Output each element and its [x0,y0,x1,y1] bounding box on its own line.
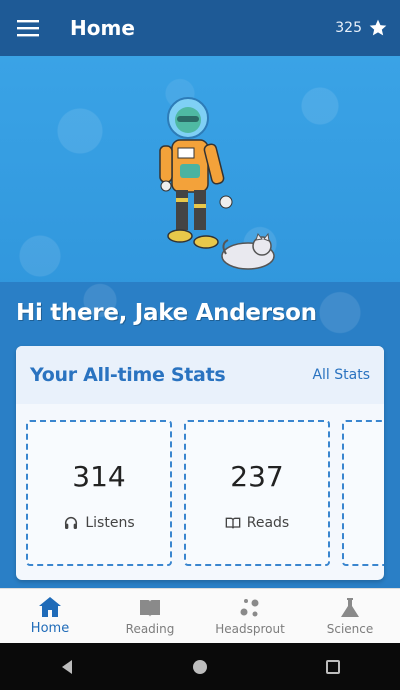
stats-title: Your All-time Stats [30,364,226,386]
stat-tiles-row: 314 Listens 237 Reads [26,420,384,566]
nav-label-reading: Reading [125,621,175,636]
points-count: 325 [335,20,362,36]
book-icon [140,599,160,617]
home-icon [39,597,61,617]
reads-label: Reads [246,515,290,531]
bottom-navigation: Home Reading Headsprout Science [0,588,400,643]
back-icon[interactable] [59,659,75,675]
nav-item-reading[interactable]: Reading [100,589,200,643]
stat-tile-reads[interactable]: 237 Reads [184,420,330,566]
nav-item-headsprout[interactable]: Headsprout [200,589,300,643]
nav-label-home: Home [30,621,70,636]
nav-item-home[interactable]: Home [0,589,100,643]
listens-label: Listens [85,515,135,531]
nav-label-science: Science [326,621,374,636]
home-circle-icon[interactable] [192,659,208,675]
star-icon [369,19,387,36]
all-stats-link[interactable]: All Stats [312,367,370,383]
system-navigation-bar [0,643,400,690]
menu-button[interactable] [0,0,56,56]
recents-icon[interactable] [325,659,341,675]
all-time-stats-card: Your All-time Stats All Stats 314 Listen… [16,346,384,580]
nav-item-science[interactable]: Science [300,589,400,643]
reads-count: 237 [230,460,284,493]
astronaut-avatar[interactable] [150,94,280,279]
nav-label-headsprout: Headsprout [215,621,285,636]
greeting-text: Hi there, Jake Anderson [16,300,317,326]
headsprout-icon [240,598,259,616]
points-badge[interactable]: 325 [335,0,388,56]
hamburger-menu-icon [17,20,39,37]
listens-count: 314 [72,460,126,493]
flask-icon [341,597,359,617]
app-bar: Home 325 [0,0,400,56]
stat-tile-partial[interactable] [342,420,384,566]
stats-card-header: Your All-time Stats All Stats [16,346,384,404]
page-title: Home [70,16,135,40]
stat-tile-listens[interactable]: 314 Listens [26,420,172,566]
open-book-icon [225,517,241,529]
headphones-icon [65,517,78,529]
